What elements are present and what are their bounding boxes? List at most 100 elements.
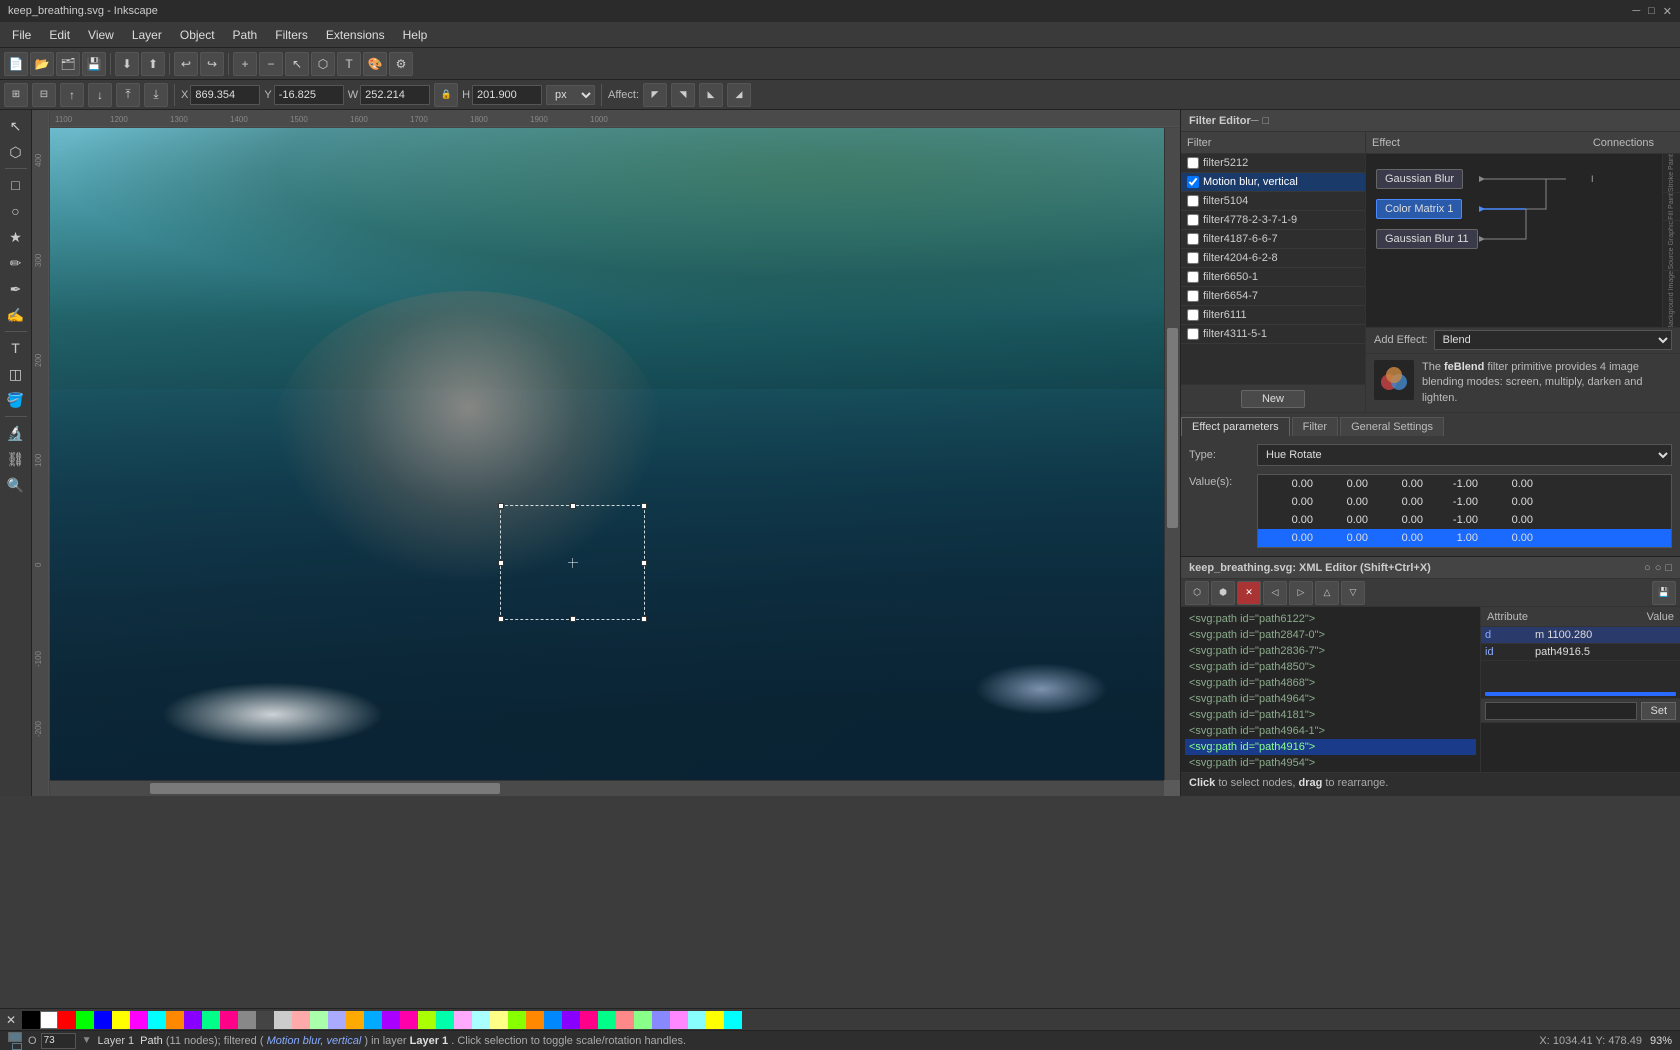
xml-btn7[interactable]: ▽ (1341, 581, 1365, 605)
vscrollbar-thumb[interactable] (1167, 328, 1178, 528)
xml-btn1[interactable]: ⬡ (1185, 581, 1209, 605)
filter4187-checkbox[interactable] (1187, 233, 1199, 245)
motion-blur-checkbox[interactable] (1187, 176, 1199, 188)
menu-filters[interactable]: Filters (267, 26, 316, 44)
text-tool[interactable]: T (4, 336, 28, 360)
color-gold[interactable] (706, 1011, 724, 1029)
object-properties-button[interactable]: ⚙ (389, 52, 413, 76)
color-lightorange[interactable] (346, 1011, 364, 1029)
filter-item-filter5104[interactable]: filter5104 (1181, 192, 1365, 211)
filter4204-checkbox[interactable] (1187, 252, 1199, 264)
lower-btn[interactable]: ↓ (88, 83, 112, 107)
maximize-button[interactable]: □ (1648, 5, 1655, 18)
xml-item-path4850[interactable]: <svg:path id="path4850"> (1185, 659, 1476, 675)
fill-stroke-button[interactable]: 🎨 (363, 52, 387, 76)
xml-item-path4916[interactable]: <svg:path id="path4916"> (1185, 739, 1476, 755)
filter-item-motion-blur[interactable]: Motion blur, vertical (1181, 173, 1365, 192)
opacity-input[interactable] (41, 1033, 76, 1049)
filter5104-checkbox[interactable] (1187, 195, 1199, 207)
filter4311-checkbox[interactable] (1187, 328, 1199, 340)
color-orange[interactable] (166, 1011, 184, 1029)
color-hotpink[interactable] (400, 1011, 418, 1029)
xml-item-path4954[interactable]: <svg:path id="path4954"> (1185, 755, 1476, 771)
xml-attr-input[interactable] (1485, 702, 1637, 720)
open-folder-button[interactable]: 🗂 (56, 52, 80, 76)
xml-btn2[interactable]: ⬢ (1211, 581, 1235, 605)
affect-btn3[interactable]: ◣ (699, 83, 723, 107)
canvas-content[interactable] (50, 128, 1164, 780)
color-greenyellow[interactable] (508, 1011, 526, 1029)
tab-general-settings[interactable]: General Settings (1340, 417, 1444, 436)
xml-value-area[interactable] (1481, 722, 1680, 772)
affect-btn2[interactable]: ◥ (671, 83, 695, 107)
w-input[interactable] (360, 85, 430, 105)
xml-item-path6122[interactable]: <svg:path id="path6122"> (1185, 611, 1476, 627)
text-tool-button[interactable]: T (337, 52, 361, 76)
ellipse-tool[interactable]: ○ (4, 199, 28, 223)
xml-ctrl2[interactable]: ○ (1655, 562, 1662, 574)
color-lavender[interactable] (454, 1011, 472, 1029)
color-yellow[interactable] (112, 1011, 130, 1029)
color-blue[interactable] (94, 1011, 112, 1029)
transform-btn[interactable]: ⊞ (4, 83, 28, 107)
horizontal-scrollbar[interactable] (50, 780, 1164, 796)
color-lightgray[interactable] (274, 1011, 292, 1029)
xml-attr-d[interactable]: d m 1100.280 (1481, 627, 1680, 644)
filter-item-filter5212[interactable]: filter5212 (1181, 154, 1365, 173)
connector-tool[interactable]: ⛓ (4, 447, 28, 471)
color-white[interactable] (40, 1011, 58, 1029)
xml-item-path4964[interactable]: <svg:path id="path4964"> (1185, 691, 1476, 707)
filter-item-filter4187[interactable]: filter4187-6-6-7 (1181, 230, 1365, 249)
xml-btn6[interactable]: △ (1315, 581, 1339, 605)
stroke-swatch[interactable] (12, 1043, 22, 1050)
new-filter-button[interactable]: New (1241, 390, 1305, 408)
raise-btn[interactable]: ↑ (60, 83, 84, 107)
calligraphy-tool[interactable]: ✍ (4, 303, 28, 327)
canvas-area[interactable]: 1100 1200 1300 1400 1500 1600 1700 1800 … (32, 110, 1180, 796)
color-cyan[interactable] (148, 1011, 166, 1029)
filter-item-filter4204[interactable]: filter4204-6-2-8 (1181, 249, 1365, 268)
type-select[interactable]: Hue Rotate Saturate Luminance to Alpha M… (1257, 444, 1672, 466)
color-spring[interactable] (202, 1011, 220, 1029)
paint-bucket-tool[interactable]: 🪣 (4, 388, 28, 412)
color-palecyan[interactable] (688, 1011, 706, 1029)
eyedropper-tool[interactable]: 🔬 (4, 421, 28, 445)
save-button[interactable]: 💾 (82, 52, 106, 76)
color-amber[interactable] (526, 1011, 544, 1029)
value-row-0[interactable]: 0.00 0.00 0.00 -1.00 0.00 (1258, 475, 1671, 493)
new-file-button[interactable]: 📄 (4, 52, 28, 76)
import-button[interactable]: ⬇ (115, 52, 139, 76)
xml-item-path2836[interactable]: <svg:path id="path2836-7"> (1185, 643, 1476, 659)
menu-extensions[interactable]: Extensions (318, 26, 393, 44)
color-deeppink[interactable] (580, 1011, 598, 1029)
affect-btn4[interactable]: ◢ (727, 83, 751, 107)
menu-object[interactable]: Object (172, 26, 223, 44)
color-darkgray[interactable] (256, 1011, 274, 1029)
xml-save-btn[interactable]: 💾 (1652, 581, 1676, 605)
color-lightyellow[interactable] (490, 1011, 508, 1029)
menu-layer[interactable]: Layer (124, 26, 170, 44)
color-skyblue[interactable] (364, 1011, 382, 1029)
fill-swatch[interactable] (8, 1032, 22, 1042)
close-button[interactable]: ✕ (1663, 5, 1672, 18)
color-lightcyan[interactable] (472, 1011, 490, 1029)
pencil-tool[interactable]: ✏ (4, 251, 28, 275)
effect-graph[interactable]: Gaussian Blur Color Matrix 1 Gaussian Bl… (1366, 154, 1680, 327)
filter6654-checkbox[interactable] (1187, 290, 1199, 302)
vertical-scrollbar[interactable] (1164, 128, 1180, 780)
select-tool[interactable]: ↖ (4, 114, 28, 138)
xml-btn4[interactable]: ◁ (1263, 581, 1287, 605)
x-input[interactable] (190, 85, 260, 105)
xml-item-path4964-1[interactable]: <svg:path id="path4964-1"> (1185, 723, 1476, 739)
color-purple[interactable] (184, 1011, 202, 1029)
filter-item-filter6650[interactable]: filter6650-1 (1181, 268, 1365, 287)
xml-ctrl1[interactable]: ○ (1644, 562, 1651, 574)
menu-help[interactable]: Help (395, 26, 436, 44)
xml-tree[interactable]: <svg:path id="path6122"> <svg:path id="p… (1181, 607, 1480, 772)
distribute-btn[interactable]: ⊟ (32, 83, 56, 107)
fe-maximize[interactable]: □ (1263, 115, 1270, 127)
filter5212-checkbox[interactable] (1187, 157, 1199, 169)
filter6650-checkbox[interactable] (1187, 271, 1199, 283)
value-row-3[interactable]: 0.00 0.00 0.00 1.00 0.00 (1258, 529, 1671, 547)
color-black[interactable] (22, 1011, 40, 1029)
